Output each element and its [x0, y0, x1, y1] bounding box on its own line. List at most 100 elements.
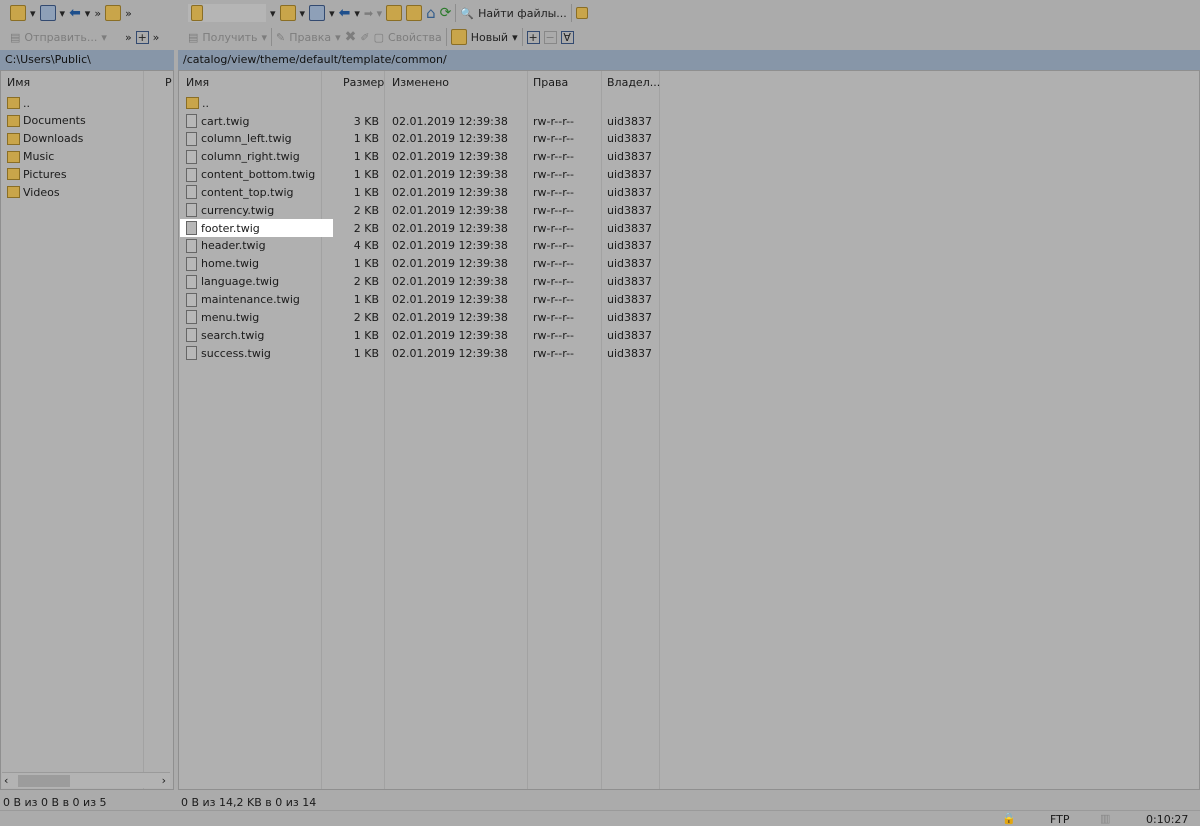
remote-toolbar: ▾ ▾ ▾ ⬅ ▾ ➡ ▾ ⌂ ⟳ 🔍 Найти файлы...: [188, 1, 588, 25]
home-icon[interactable]: ⌂: [426, 4, 436, 22]
file-name: cart.twig: [201, 114, 250, 128]
file-rights: rw-r--r--: [533, 221, 575, 235]
file-modified: 02.01.2019 12:39:38: [392, 132, 508, 146]
local-toolbar-2: ▤ Отправить... ▾ » + »: [10, 30, 160, 44]
file-size: 1 KB: [353, 293, 379, 306]
file-rights: rw-r--r--: [533, 239, 575, 253]
file-rights: rw-r--r--: [533, 185, 575, 199]
file-size: 1 KB: [353, 168, 379, 182]
file-owner: uid3837: [607, 221, 653, 235]
folder-icon: [7, 132, 20, 145]
file-owner: uid3837: [607, 328, 653, 342]
horizontal-scrollbar[interactable]: ‹ ›: [2, 772, 170, 788]
folder-row[interactable]: Pictures: [7, 165, 67, 183]
new-button[interactable]: Новый: [471, 31, 508, 44]
file-owner: uid3837: [607, 150, 653, 164]
refresh-icon[interactable]: ⟳: [440, 5, 452, 21]
back-icon[interactable]: ⬅: [69, 5, 81, 21]
parent-dir-icon[interactable]: [386, 5, 403, 21]
select-icon[interactable]: +: [526, 30, 540, 44]
connection-icon: ▥: [1100, 812, 1111, 825]
file-size: 4 KB: [353, 239, 379, 253]
col-modified[interactable]: Изменено: [392, 72, 449, 92]
more-button[interactable]: »: [94, 7, 101, 20]
folder-icon: [7, 150, 20, 163]
lock-icon: 🔒: [1002, 812, 1016, 825]
file-size: 2 KB: [353, 275, 379, 289]
file-size: 1 KB: [353, 346, 379, 360]
back-icon[interactable]: ⬅: [339, 5, 351, 21]
folder-row[interactable]: Videos: [7, 183, 60, 201]
local-col-r[interactable]: Р: [165, 72, 172, 92]
upload-button[interactable]: Отправить...: [24, 31, 97, 44]
delete-icon[interactable]: ✖: [345, 29, 357, 45]
unselect-icon[interactable]: −: [543, 30, 557, 44]
find-files-icon: 🔍: [460, 6, 475, 20]
folder-name: Downloads: [23, 132, 84, 146]
file-owner: uid3837: [607, 185, 653, 199]
file-owner: uid3837: [607, 346, 653, 360]
file-icon: [186, 167, 197, 182]
col-owner[interactable]: Владел...: [607, 72, 660, 92]
file-name: menu.twig: [201, 310, 260, 324]
more-button[interactable]: »: [125, 7, 132, 20]
parent-folder-icon: [186, 97, 199, 109]
find-files-button[interactable]: Найти файлы...: [478, 7, 567, 20]
local-status: 0 B из 0 B в 0 из 5: [3, 796, 107, 809]
file-modified: 02.01.2019 12:39:38: [392, 257, 508, 271]
open-folder-icon[interactable]: [279, 5, 296, 21]
col-size[interactable]: Размер: [343, 72, 384, 92]
rename-icon[interactable]: ✐: [360, 31, 369, 44]
new-icon: [450, 29, 467, 45]
file-rights: rw-r--r--: [533, 293, 575, 306]
file-modified: 02.01.2019 12:39:38: [392, 203, 508, 217]
file-icon: [186, 310, 197, 325]
file-rights: rw-r--r--: [533, 203, 575, 217]
file-icon: [186, 221, 197, 236]
filter-select-icon[interactable]: ∀: [560, 30, 574, 44]
properties-button[interactable]: Свойства: [388, 31, 442, 44]
file-name: language.twig: [201, 275, 280, 289]
folder-row[interactable]: Music: [7, 148, 54, 166]
open-folder-icon[interactable]: [10, 5, 26, 21]
parent-dir-icon[interactable]: [105, 5, 122, 21]
file-size: 2 KB: [353, 203, 379, 217]
folder-icon: [7, 97, 20, 109]
col-name[interactable]: Имя: [186, 72, 209, 92]
folder-row[interactable]: Documents: [7, 112, 86, 130]
folder-row[interactable]: Downloads: [7, 130, 83, 148]
edit-icon: ✎: [276, 30, 286, 44]
remote-path: /catalog/view/theme/default/template/com…: [178, 50, 1200, 70]
file-size: 2 KB: [353, 221, 379, 235]
edit-button[interactable]: Правка: [289, 31, 331, 44]
add-icon[interactable]: +: [135, 30, 149, 44]
forward-icon[interactable]: ➡ ▾: [364, 7, 382, 20]
download-button[interactable]: Получить: [202, 31, 257, 44]
file-modified: 02.01.2019 12:39:38: [392, 328, 508, 342]
properties-icon: ▢: [373, 30, 385, 44]
file-icon: [186, 346, 197, 361]
path-dropdown[interactable]: [188, 4, 266, 22]
file-icon: [186, 114, 197, 128]
root-dir-icon[interactable]: [406, 5, 423, 21]
parent-dir-row[interactable]: ..: [7, 94, 30, 112]
file-name: home.twig: [201, 257, 260, 271]
file-rights: rw-r--r--: [533, 328, 575, 342]
tree-icon[interactable]: [575, 7, 588, 19]
file-icon: [186, 238, 197, 253]
local-col-name[interactable]: Имя: [7, 72, 30, 92]
parent-dir-row[interactable]: ..: [186, 94, 209, 112]
file-rights: rw-r--r--: [533, 168, 575, 182]
col-rights[interactable]: Права: [533, 72, 568, 92]
file-owner: uid3837: [607, 275, 653, 289]
more-button[interactable]: »: [125, 31, 132, 44]
scrollbar-thumb[interactable]: [18, 775, 70, 787]
filter-icon[interactable]: [309, 5, 326, 21]
file-icon: [186, 274, 197, 289]
more-button[interactable]: »: [153, 31, 160, 44]
file-size: 2 KB: [353, 310, 379, 324]
file-icon: [186, 256, 197, 271]
file-icon: [186, 185, 197, 200]
file-row[interactable]: footer.twig: [180, 219, 333, 238]
filter-icon[interactable]: [39, 5, 56, 21]
